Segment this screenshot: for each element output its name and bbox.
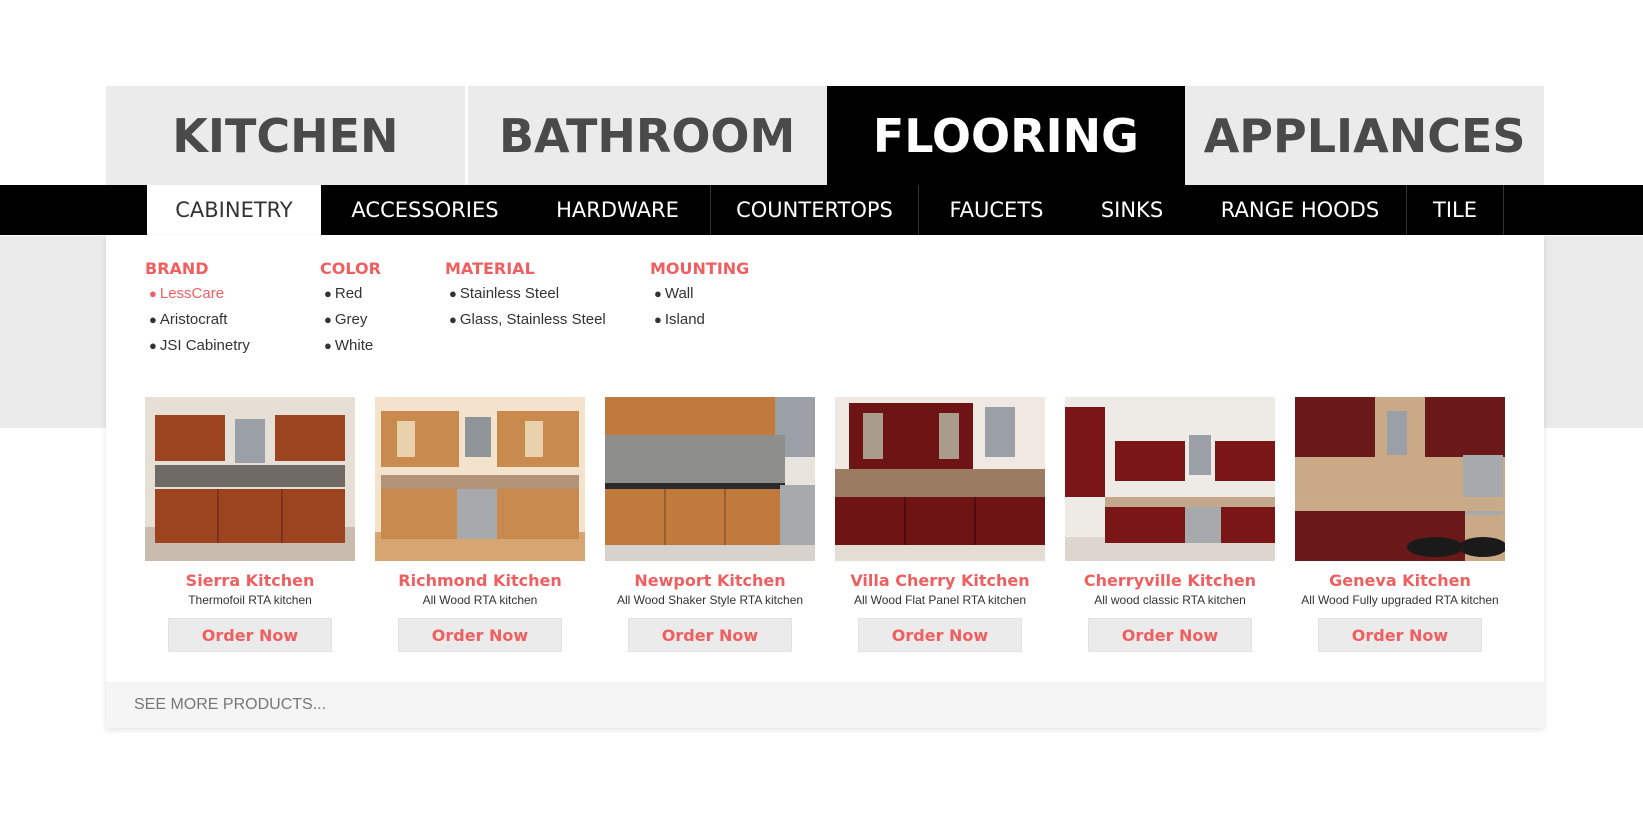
filter-option-label: Island <box>664 311 705 328</box>
filter-option-white[interactable]: ● White <box>320 337 381 363</box>
product-card: Cherryville Kitchen All wood classic RTA… <box>1065 397 1275 652</box>
subtab-accessories[interactable]: ACCESSORIES <box>335 185 515 235</box>
filter-option-stainless-steel[interactable]: ● Stainless Steel <box>445 285 606 311</box>
product-subtitle: All Wood Fully upgraded RTA kitchen <box>1301 593 1499 607</box>
filter-option-label: JSI Cabinetry <box>159 337 250 354</box>
subtab-range-hoods[interactable]: RANGE HOODS <box>1206 185 1394 235</box>
product-image[interactable] <box>1065 397 1275 561</box>
bullet-icon: ● <box>449 312 457 327</box>
bullet-icon: ● <box>149 312 157 327</box>
subcategory-nav: CABINETRY ACCESSORIES HARDWARE COUNTERTO… <box>0 185 1643 235</box>
tab-flooring[interactable]: FLOORING <box>826 86 1186 185</box>
filter-heading: MOUNTING <box>650 259 750 278</box>
kitchen-photo-icon <box>605 397 815 561</box>
kitchen-photo-icon <box>375 397 585 561</box>
order-now-button[interactable]: Order Now <box>1088 618 1252 652</box>
filter-option-label: White <box>334 337 374 354</box>
filter-heading: MATERIAL <box>445 259 535 278</box>
filter-color: COLOR ● Red ● Grey ● White <box>320 259 381 363</box>
filter-option-grey[interactable]: ● Grey <box>320 311 381 337</box>
product-title[interactable]: Villa Cherry Kitchen <box>835 571 1045 590</box>
subnav-divider <box>1503 185 1504 235</box>
subtab-cabinetry[interactable]: CABINETRY <box>147 185 321 235</box>
subtab-faucets[interactable]: FAUCETS <box>930 185 1063 235</box>
filter-option-label: Glass, Stainless Steel <box>459 311 606 328</box>
filter-option-glass-stainless-steel[interactable]: ● Glass, Stainless Steel <box>445 311 606 337</box>
filter-option-red[interactable]: ● Red <box>320 285 381 311</box>
bullet-icon: ● <box>149 338 157 353</box>
bullet-icon: ● <box>324 338 332 353</box>
product-card: Richmond Kitchen All Wood RTA kitchen Or… <box>375 397 585 652</box>
product-image[interactable] <box>1295 397 1505 561</box>
kitchen-photo-icon <box>1065 397 1275 561</box>
tab-appliances[interactable]: APPLIANCES <box>1185 86 1544 185</box>
category-tabs: KITCHEN BATHROOM FLOORING APPLIANCES <box>106 86 1544 185</box>
filter-option-label: Grey <box>334 311 368 328</box>
product-subtitle: All Wood Shaker Style RTA kitchen <box>616 593 804 607</box>
product-card: Sierra Kitchen Thermofoil RTA kitchen Or… <box>145 397 355 652</box>
order-now-button[interactable]: Order Now <box>628 618 792 652</box>
product-title[interactable]: Sierra Kitchen <box>145 571 355 590</box>
filter-heading: BRAND <box>145 259 209 278</box>
filter-brand: BRAND ● LessCare ● Aristocraft ● JSI Cabine… <box>145 259 250 363</box>
filter-option-label: Red <box>334 285 363 302</box>
mega-menu-panel: BRAND ● LessCare ● Aristocraft ● JSI Cabine… <box>106 235 1544 728</box>
filter-mounting: MOUNTING ● Wall ● Island <box>650 259 749 337</box>
order-now-button[interactable]: Order Now <box>1318 618 1482 652</box>
filter-option-label: Aristocraft <box>159 311 228 328</box>
product-card: Villa Cherry Kitchen All Wood Flat Panel… <box>835 397 1045 652</box>
subnav-divider <box>918 185 919 235</box>
order-now-button[interactable]: Order Now <box>168 618 332 652</box>
filter-option-wall[interactable]: ● Wall <box>650 285 749 311</box>
product-subtitle: All Wood Flat Panel RTA kitchen <box>853 593 1027 607</box>
bullet-icon: ● <box>324 286 332 301</box>
order-now-button[interactable]: Order Now <box>398 618 562 652</box>
product-subtitle: All Wood RTA kitchen <box>422 593 538 607</box>
filter-option-jsi-cabinetry[interactable]: ● JSI Cabinetry <box>145 337 250 363</box>
order-now-button[interactable]: Order Now <box>858 618 1022 652</box>
product-image[interactable] <box>605 397 815 561</box>
product-title[interactable]: Newport Kitchen <box>605 571 815 590</box>
bullet-icon: ● <box>654 286 662 301</box>
subtab-sinks[interactable]: SINKS <box>1078 185 1186 235</box>
filter-option-lesscare[interactable]: ● LessCare <box>145 285 250 311</box>
bullet-icon: ● <box>449 286 457 301</box>
filter-option-island[interactable]: ● Island <box>650 311 749 337</box>
filter-option-label: Stainless Steel <box>459 285 560 302</box>
kitchen-photo-icon <box>835 397 1045 561</box>
product-card: Geneva Kitchen All Wood Fully upgraded R… <box>1295 397 1505 652</box>
product-subtitle: All wood classic RTA kitchen <box>1094 593 1246 607</box>
bullet-icon: ● <box>149 286 157 301</box>
see-more-products-link[interactable]: SEE MORE PRODUCTS... <box>106 682 1544 728</box>
subtab-hardware[interactable]: HARDWARE <box>535 185 700 235</box>
kitchen-photo-icon <box>1295 397 1505 561</box>
filter-option-aristocraft[interactable]: ● Aristocraft <box>145 311 250 337</box>
product-title[interactable]: Richmond Kitchen <box>375 571 585 590</box>
kitchen-photo-icon <box>145 397 355 561</box>
filter-option-label: Wall <box>664 285 694 302</box>
filter-heading: COLOR <box>320 259 381 278</box>
product-image[interactable] <box>375 397 585 561</box>
product-title[interactable]: Geneva Kitchen <box>1295 571 1505 590</box>
bullet-icon: ● <box>324 312 332 327</box>
subtab-tile[interactable]: TILE <box>1407 185 1503 235</box>
product-image[interactable] <box>145 397 355 561</box>
product-title[interactable]: Cherryville Kitchen <box>1065 571 1275 590</box>
filter-material: MATERIAL ● Stainless Steel ● Glass, Stainl… <box>445 259 606 337</box>
product-image[interactable] <box>835 397 1045 561</box>
filter-option-label: LessCare <box>159 285 225 302</box>
product-card: Newport Kitchen All Wood Shaker Style RT… <box>605 397 815 652</box>
subtab-countertops[interactable]: COUNTERTOPS <box>711 185 918 235</box>
product-subtitle: Thermofoil RTA kitchen <box>188 593 312 607</box>
tab-bathroom[interactable]: BATHROOM <box>464 86 827 185</box>
tab-kitchen[interactable]: KITCHEN <box>106 86 465 185</box>
bullet-icon: ● <box>654 312 662 327</box>
